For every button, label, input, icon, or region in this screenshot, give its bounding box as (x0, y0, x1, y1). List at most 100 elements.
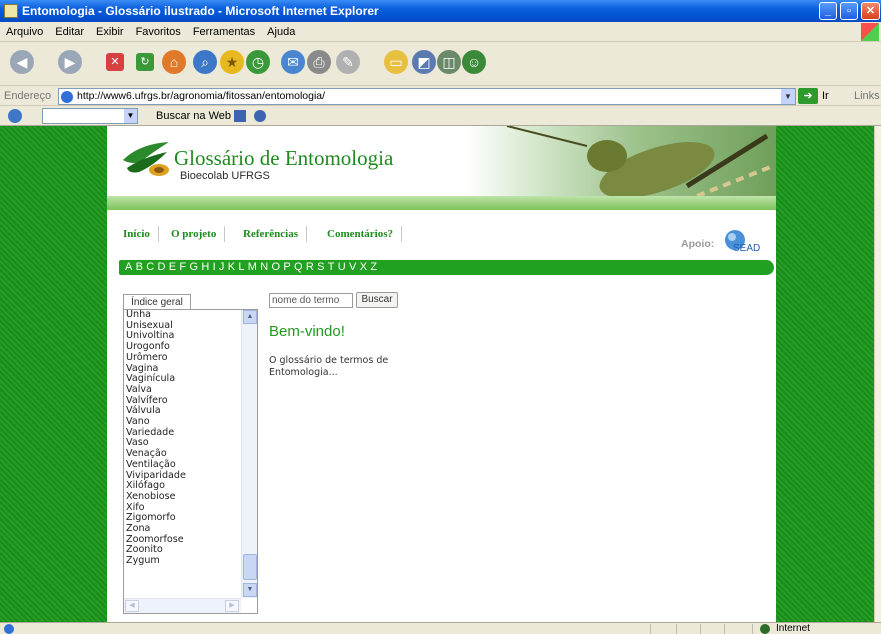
index-list: Unha Unisexual Univoltina Urogonfo Urômero Va… (124, 310, 257, 567)
research-icon[interactable]: ◫ (437, 50, 461, 74)
print-icon[interactable]: ⎙ (307, 50, 331, 74)
scroll-up-icon[interactable]: ▲ (243, 310, 257, 324)
site-subtitle: Bioecolab UFRGS (180, 170, 270, 182)
letter-link[interactable]: D (158, 261, 167, 273)
search-web-button[interactable]: Buscar na Web (156, 110, 231, 122)
page-scrollbar[interactable] (874, 126, 881, 622)
discuss-icon[interactable]: ▭ (384, 50, 408, 74)
history-icon[interactable]: ◷ (246, 50, 270, 74)
home-icon[interactable]: ⌂ (162, 50, 186, 74)
scroll-right-icon[interactable]: ▶ (225, 600, 239, 612)
address-dropdown-icon[interactable]: ▼ (781, 89, 795, 104)
alphabet-bar: ABCDEFGHIJKLMNOPQRSTUVXZ (119, 260, 774, 275)
nav-comentarios[interactable]: Comentários? (319, 226, 402, 242)
listbox-vertical-scrollbar[interactable]: ▲ ▼ (241, 310, 257, 598)
menu-ferramentas[interactable]: Ferramentas (193, 26, 255, 38)
page-viewport: Glossário de Entomologia Bioecolab UFRGS… (0, 126, 874, 622)
letter-link[interactable]: B (136, 261, 145, 273)
listbox-horizontal-scrollbar[interactable]: ◀ ▶ (124, 598, 241, 613)
address-input[interactable]: http://www6.ufrgs.br/agronomia/fitossan/… (58, 88, 796, 105)
edit-icon[interactable]: ✎ (336, 50, 360, 74)
search-button[interactable]: Buscar (356, 292, 398, 308)
apoio-label: Apoio: (681, 238, 715, 250)
menu-editar[interactable]: Editar (55, 26, 84, 38)
go-button[interactable]: Ir (822, 90, 829, 102)
scroll-left-icon[interactable]: ◀ (125, 600, 139, 612)
insect-logo-icon (123, 142, 169, 176)
letter-link[interactable]: X (360, 261, 369, 273)
index-item[interactable]: Urômero (126, 352, 257, 364)
address-label: Endereço (4, 90, 52, 102)
menu-favoritos[interactable]: Favoritos (136, 26, 181, 38)
zone-label: Internet (776, 623, 810, 634)
search-dropdown-icon[interactable]: ▼ (124, 109, 137, 123)
index-item[interactable]: Zygum (126, 555, 257, 567)
ie-page-icon (4, 4, 18, 18)
letter-link[interactable]: P (283, 261, 292, 273)
stop-icon[interactable]: ✕ (106, 53, 124, 71)
go-arrow-icon[interactable]: ➜ (798, 88, 818, 104)
letter-link[interactable]: O (272, 261, 282, 273)
sead-logo[interactable]: SEAD (721, 229, 771, 255)
scroll-down-icon[interactable]: ▼ (243, 583, 257, 597)
letter-link[interactable]: I (213, 261, 217, 273)
highlight-icon[interactable] (234, 110, 246, 122)
letter-link[interactable]: A (125, 261, 134, 273)
index-item[interactable]: Xenobiose (126, 491, 257, 503)
standard-toolbar: ◀ ▶ ✕ ↻ ⌂ ⌕ ★ ◷ ✉ ⎙ ✎ ▭ ◩ ◫ ☺ (0, 42, 881, 86)
menu-bar: Arquivo Editar Exibir Favoritos Ferramentas A… (0, 22, 881, 42)
index-item[interactable]: Ventilação (126, 459, 257, 471)
nav-inicio[interactable]: Início (115, 226, 159, 242)
letter-link[interactable]: K (228, 261, 237, 273)
menu-arquivo[interactable]: Arquivo (6, 26, 43, 38)
close-button[interactable]: ✕ (861, 2, 880, 20)
letter-link[interactable]: J (219, 261, 226, 273)
favorites-icon[interactable]: ★ (220, 50, 244, 74)
letter-link[interactable]: L (238, 261, 245, 273)
links-button[interactable]: Links (854, 90, 880, 102)
users-icon[interactable]: ☺ (462, 50, 486, 74)
window-titlebar: Entomologia - Glossário ilustrado - Micr… (0, 0, 881, 22)
status-divider (650, 624, 651, 634)
nav-projeto[interactable]: O projeto (163, 226, 226, 242)
nav-referencias[interactable]: Referências (235, 226, 307, 242)
letter-link[interactable]: F (179, 261, 187, 273)
refresh-icon[interactable]: ↻ (136, 53, 154, 71)
web-search-input[interactable]: ▼ (42, 108, 138, 124)
letter-link[interactable]: C (146, 261, 155, 273)
minimize-button[interactable]: _ (819, 2, 837, 20)
letter-link[interactable]: Q (294, 261, 304, 273)
letter-link[interactable]: R (306, 261, 315, 273)
letter-link[interactable]: M (248, 261, 258, 273)
letter-link[interactable]: G (189, 261, 199, 273)
letter-link[interactable]: N (260, 261, 269, 273)
index-tab[interactable]: Índice geral (123, 294, 191, 310)
letter-link[interactable]: H (201, 261, 210, 273)
header-green-bar (107, 196, 776, 210)
internet-zone-icon (760, 624, 770, 634)
mail-icon[interactable]: ✉ (281, 50, 305, 74)
menu-exibir[interactable]: Exibir (96, 26, 124, 38)
back-icon[interactable]: ◀ (10, 50, 34, 74)
page-status-icon (4, 624, 14, 634)
welcome-heading: Bem-vindo! (269, 323, 345, 340)
status-divider (676, 624, 677, 634)
sead-logo-text: SEAD (733, 243, 760, 254)
help-icon[interactable] (254, 110, 266, 122)
letter-link[interactable]: E (169, 261, 178, 273)
letter-link[interactable]: Z (370, 261, 378, 273)
maximize-button[interactable]: ▫ (840, 2, 858, 20)
menu-ajuda[interactable]: Ajuda (267, 26, 295, 38)
letter-link[interactable]: T (328, 261, 336, 273)
search-toolbar: ▼ Buscar na Web (0, 106, 881, 126)
letter-link[interactable]: U (338, 261, 347, 273)
scroll-thumb[interactable] (243, 554, 257, 580)
forward-icon[interactable]: ▶ (58, 50, 82, 74)
messenger-icon[interactable]: ◩ (412, 50, 436, 74)
term-search-input[interactable]: nome do termo (269, 293, 353, 308)
search-icon[interactable]: ⌕ (193, 50, 217, 74)
letter-link[interactable]: V (349, 261, 358, 273)
index-listbox[interactable]: Unha Unisexual Univoltina Urogonfo Urômero Va… (123, 309, 258, 614)
msn-icon[interactable] (8, 109, 22, 123)
letter-link[interactable]: S (317, 261, 326, 273)
